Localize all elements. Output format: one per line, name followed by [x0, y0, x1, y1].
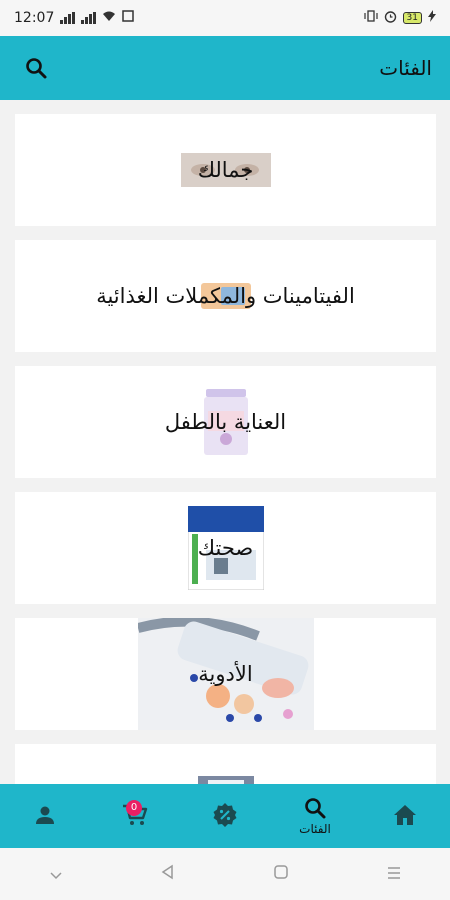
- category-name: صحتك: [197, 536, 254, 560]
- status-time: 12:07: [14, 10, 55, 26]
- discount-badge-icon: [213, 803, 237, 827]
- bottom-navigation: 0 الفئات: [0, 784, 450, 848]
- cart-badge: 0: [126, 800, 142, 816]
- nav-categories-label: الفئات: [299, 822, 331, 836]
- category-card[interactable]: الفيتامينات والمكملات الغذائية: [15, 240, 436, 352]
- category-card[interactable]: جمالك: [15, 114, 436, 226]
- category-card[interactable]: [15, 744, 436, 784]
- category-name: جمالك: [197, 158, 254, 182]
- system-navigation-bar: [0, 848, 450, 900]
- nav-cart[interactable]: 0: [90, 784, 180, 848]
- category-name: الأدوية: [198, 662, 253, 686]
- charging-icon: [428, 10, 436, 26]
- nav-offers[interactable]: [180, 784, 270, 848]
- search-icon: [26, 58, 47, 79]
- search-button[interactable]: [22, 54, 50, 82]
- category-card[interactable]: الأدوية: [15, 618, 436, 730]
- nav-categories[interactable]: الفئات: [270, 784, 360, 848]
- notification-icon: [122, 10, 135, 26]
- status-bar: 12:07 31: [0, 0, 450, 36]
- home-button-icon[interactable]: [273, 864, 289, 884]
- nav-profile[interactable]: [0, 784, 90, 848]
- app-bar: الفئات: [0, 36, 450, 100]
- category-card[interactable]: العناية بالطفل: [15, 366, 436, 478]
- alarm-icon: [384, 10, 397, 27]
- signal-icon: [81, 12, 97, 24]
- signal-icon: [60, 12, 76, 24]
- category-name: العناية بالطفل: [164, 410, 287, 434]
- search-icon: [305, 798, 326, 819]
- recents-menu-icon[interactable]: [386, 865, 402, 884]
- back-icon[interactable]: [160, 864, 176, 884]
- category-image: [197, 776, 254, 784]
- battery-indicator: 31: [402, 12, 422, 24]
- person-icon: [36, 806, 54, 824]
- nav-home[interactable]: [360, 784, 450, 848]
- page-title: الفئات: [379, 56, 432, 80]
- collapse-icon[interactable]: [49, 865, 63, 884]
- home-icon: [394, 805, 416, 825]
- vibrate-icon: [363, 10, 378, 26]
- category-name: الفيتامينات والمكملات الغذائية: [96, 284, 355, 308]
- category-list: جمالك الفيتامينات والمكملات الغذائية الع…: [15, 114, 436, 784]
- wifi-icon: [102, 10, 116, 26]
- category-card[interactable]: صحتك: [15, 492, 436, 604]
